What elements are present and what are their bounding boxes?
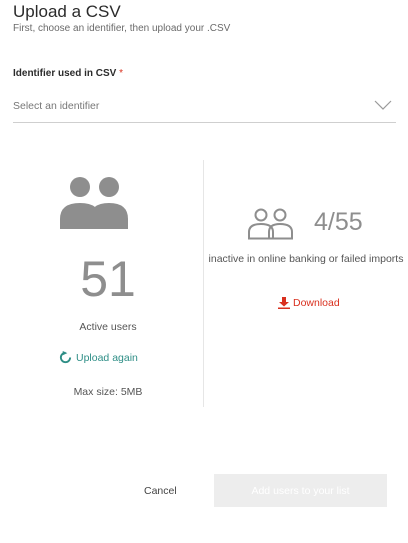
active-users-label: Active users xyxy=(79,321,137,333)
page-title: Upload a CSV xyxy=(13,2,121,21)
column-divider xyxy=(203,160,204,407)
identifier-select-placeholder: Select an identifier xyxy=(13,100,100,112)
cancel-button[interactable]: Cancel xyxy=(144,485,177,497)
active-users-count: 51 xyxy=(80,251,136,307)
identifier-label-text: Identifier used in CSV xyxy=(13,68,117,79)
max-size-text: Max size: 5MB xyxy=(73,386,143,398)
add-users-button[interactable]: Add users to your list xyxy=(214,474,387,507)
refresh-icon xyxy=(59,351,72,364)
download-link[interactable]: Download xyxy=(278,297,340,309)
users-icon xyxy=(60,177,128,229)
upload-again-label: Upload again xyxy=(76,351,138,364)
page-subtitle: First, choose an identifier, then upload… xyxy=(13,23,231,34)
upload-again-link[interactable]: Upload again xyxy=(59,351,138,364)
identifier-label: Identifier used in CSV * xyxy=(13,68,123,79)
users-outline-icon xyxy=(248,208,293,240)
identifier-select[interactable]: Select an identifier xyxy=(13,92,396,123)
inactive-description: inactive in online banking or failed imp… xyxy=(208,253,404,265)
required-mark: * xyxy=(119,68,124,79)
download-icon xyxy=(278,297,290,309)
chevron-down-icon xyxy=(374,100,392,110)
inactive-ratio: 4/55 xyxy=(314,208,363,236)
download-label: Download xyxy=(293,297,340,309)
